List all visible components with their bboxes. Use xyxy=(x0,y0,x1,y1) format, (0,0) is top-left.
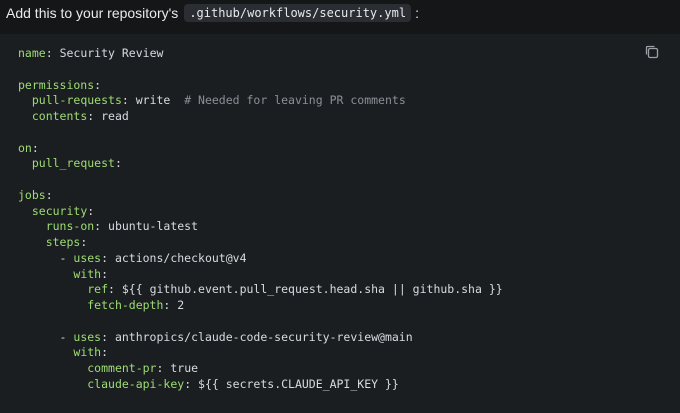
yaml-value xyxy=(18,377,87,391)
yaml-key: pull_request xyxy=(31,156,115,171)
yaml-value xyxy=(18,109,32,123)
code-line: pull_request: xyxy=(18,156,503,172)
yaml-key: name xyxy=(18,46,46,60)
code-line: pull-requests: write # Needed for leavin… xyxy=(18,93,503,109)
code-line: ref: ${{ github.event.pull_request.head.… xyxy=(18,282,503,298)
yaml-value xyxy=(18,361,87,375)
yaml-value: : read xyxy=(87,109,129,123)
yaml-key: with xyxy=(73,345,102,360)
code-line: on: xyxy=(18,141,503,157)
intro-label: Add this to your repository's xyxy=(6,5,179,21)
page: Add this to your repository's .github/wo… xyxy=(0,0,680,413)
yaml-key: permissions xyxy=(18,77,95,92)
code-line: permissions: xyxy=(18,78,503,94)
yaml-key: contents xyxy=(31,109,88,123)
copy-icon xyxy=(645,45,659,59)
yaml-comment: # Needed for leaving PR comments xyxy=(184,93,406,108)
yaml-key: jobs xyxy=(18,187,46,202)
code-line: steps: xyxy=(18,235,503,251)
code-line: fetch-depth: 2 xyxy=(18,298,503,314)
yaml-value: : xyxy=(45,46,60,60)
yaml-key: security xyxy=(31,203,88,218)
yaml-key: on xyxy=(18,140,32,155)
yaml-value: : xyxy=(114,156,122,171)
yaml-value: - xyxy=(18,250,74,265)
code-line: with: xyxy=(18,267,503,283)
yaml-value: : ubuntu-latest xyxy=(94,219,199,234)
yaml-value: : write xyxy=(121,93,185,108)
yaml-value: : xyxy=(87,203,95,218)
yaml-value xyxy=(18,235,46,249)
yaml-value xyxy=(18,219,46,233)
yaml-value xyxy=(18,267,73,281)
yaml-value: : xyxy=(31,140,39,155)
yaml-key: claude-api-key xyxy=(87,376,185,391)
yaml-key: comment-pr xyxy=(87,361,157,375)
yaml-value xyxy=(18,345,73,359)
yaml-key: ref xyxy=(87,282,109,297)
yaml-value: : xyxy=(80,235,88,249)
yaml-value: : ${{ secrets.CLAUDE_API_KEY }} xyxy=(184,376,399,391)
intro-text: Add this to your repository's .github/wo… xyxy=(6,2,419,24)
code-line: comment-pr: true xyxy=(18,361,503,377)
yaml-value xyxy=(18,156,32,170)
intro-suffix: : xyxy=(415,5,419,21)
yaml-value: : anthropics/claude-code-security-review… xyxy=(101,329,413,344)
yaml-key: uses xyxy=(73,329,102,344)
code-line: - uses: actions/checkout@v4 xyxy=(18,251,503,267)
code-line: claude-api-key: ${{ secrets.CLAUDE_API_K… xyxy=(18,377,503,393)
yaml-value: : ${{ github.event.pull_request.head.sha… xyxy=(108,282,503,297)
yaml-value xyxy=(18,282,87,296)
workflow-path: .github/workflows/security.yml xyxy=(184,4,412,22)
yaml-value: : xyxy=(45,187,53,202)
code-line: jobs: xyxy=(18,188,503,204)
yaml-key: pull-requests xyxy=(31,93,122,108)
code-line: runs-on: ubuntu-latest xyxy=(18,219,503,235)
yaml-value: Security Review xyxy=(59,46,164,60)
yaml-key: steps xyxy=(45,235,81,249)
code-line: contents: read xyxy=(18,109,503,125)
code-line: - uses: anthropics/claude-code-security-… xyxy=(18,330,503,346)
yaml-key: with xyxy=(73,266,102,281)
code-block: name: Security Review permissions: pull-… xyxy=(0,34,680,413)
yaml-value xyxy=(18,93,32,107)
yaml-value: - xyxy=(18,329,74,344)
yaml-value xyxy=(18,298,87,312)
code-line: with: xyxy=(18,345,503,361)
yaml-value: : true xyxy=(156,361,199,375)
code-content: name: Security Review permissions: pull-… xyxy=(18,46,503,393)
code-line: security: xyxy=(18,204,503,220)
copy-button[interactable] xyxy=(643,43,661,61)
yaml-value: : 2 xyxy=(163,298,185,312)
yaml-value: : xyxy=(101,345,109,360)
yaml-value: : xyxy=(94,77,102,92)
yaml-value xyxy=(18,204,32,218)
yaml-key: fetch-depth xyxy=(87,298,164,312)
yaml-value: : actions/checkout@v4 xyxy=(101,250,247,265)
code-line: name: Security Review xyxy=(18,46,503,62)
yaml-key: uses xyxy=(73,250,102,265)
yaml-key: runs-on xyxy=(45,219,95,234)
yaml-value: : xyxy=(101,266,109,281)
